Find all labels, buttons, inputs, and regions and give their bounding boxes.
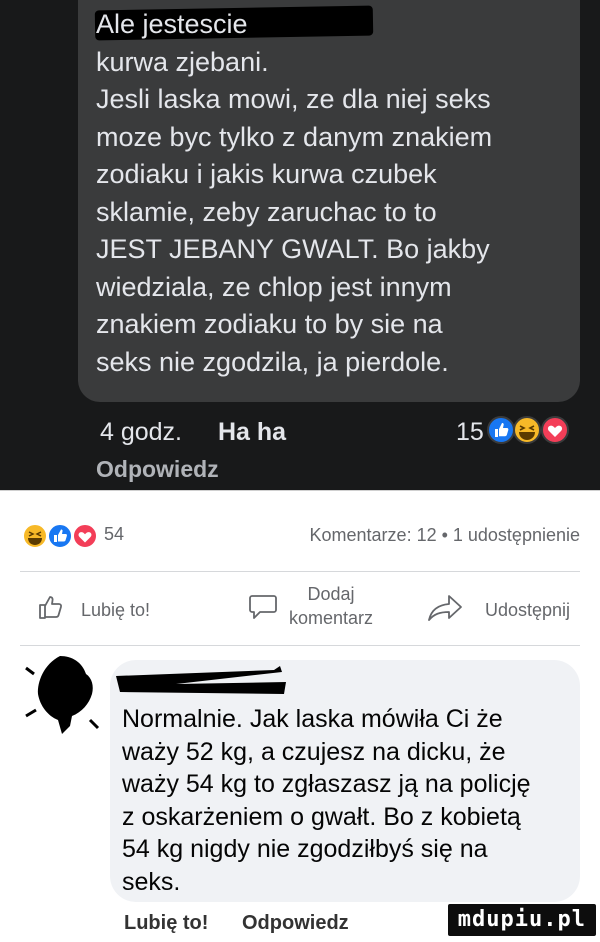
bottom-comment-text: Normalnie. Jak laska mówiła Ci że waży 5… (122, 705, 531, 896)
top-comment-time: 4 godz. (100, 418, 183, 446)
like-button-label: Lubię to! (81, 600, 151, 620)
bottom-comment-like-link[interactable]: Lubię to! (124, 912, 208, 935)
top-comment-reaction-label[interactable]: Ha ha (218, 418, 286, 447)
heart-icon (72, 523, 98, 549)
dark-screenshot-section: Ale jestescie kurwa zjebani. Jesli laska… (0, 0, 600, 490)
share-arrow-icon (428, 595, 462, 621)
post-reaction-count[interactable]: 54 (104, 524, 124, 545)
add-comment-label: Dodaj komentarz (288, 584, 374, 628)
top-comment-text: Ale jestescie kurwa zjebani. Jesli laska… (96, 9, 493, 377)
top-comment-reactions[interactable] (487, 416, 571, 444)
post-reactions[interactable] (22, 522, 102, 550)
thumbs-up-icon (47, 523, 73, 549)
watermark-text: mdupiu.pl (457, 907, 586, 932)
share-button-label: Udostępnij (485, 600, 571, 620)
thumbs-up-icon (487, 416, 515, 444)
laugh-icon (513, 416, 541, 444)
laugh-icon (22, 523, 48, 549)
comment-bubble-icon (249, 595, 277, 619)
share-button[interactable]: Udostępnij (425, 592, 570, 627)
bottom-comment-reply-link[interactable]: Odpowiedz (242, 912, 349, 935)
watermark-logo: mdupiu.pl (447, 904, 596, 936)
top-comment-reaction-count[interactable]: 15 (456, 418, 484, 447)
top-comment-reply-link[interactable]: Odpowiedz (96, 456, 219, 483)
separator-line (20, 645, 580, 646)
top-comment-meta: 4 godz. Ha ha (100, 418, 286, 447)
thumbs-up-icon (39, 596, 63, 619)
heart-icon (541, 416, 569, 444)
avatar[interactable] (20, 650, 104, 742)
post-comments-shares-summary[interactable]: Komentarze: 12 • 1 udostępnienie (310, 525, 580, 546)
redacted-author-name (116, 666, 286, 694)
like-button[interactable]: Lubię to! (36, 592, 150, 627)
separator-line (20, 571, 580, 572)
section-divider (0, 490, 600, 499)
